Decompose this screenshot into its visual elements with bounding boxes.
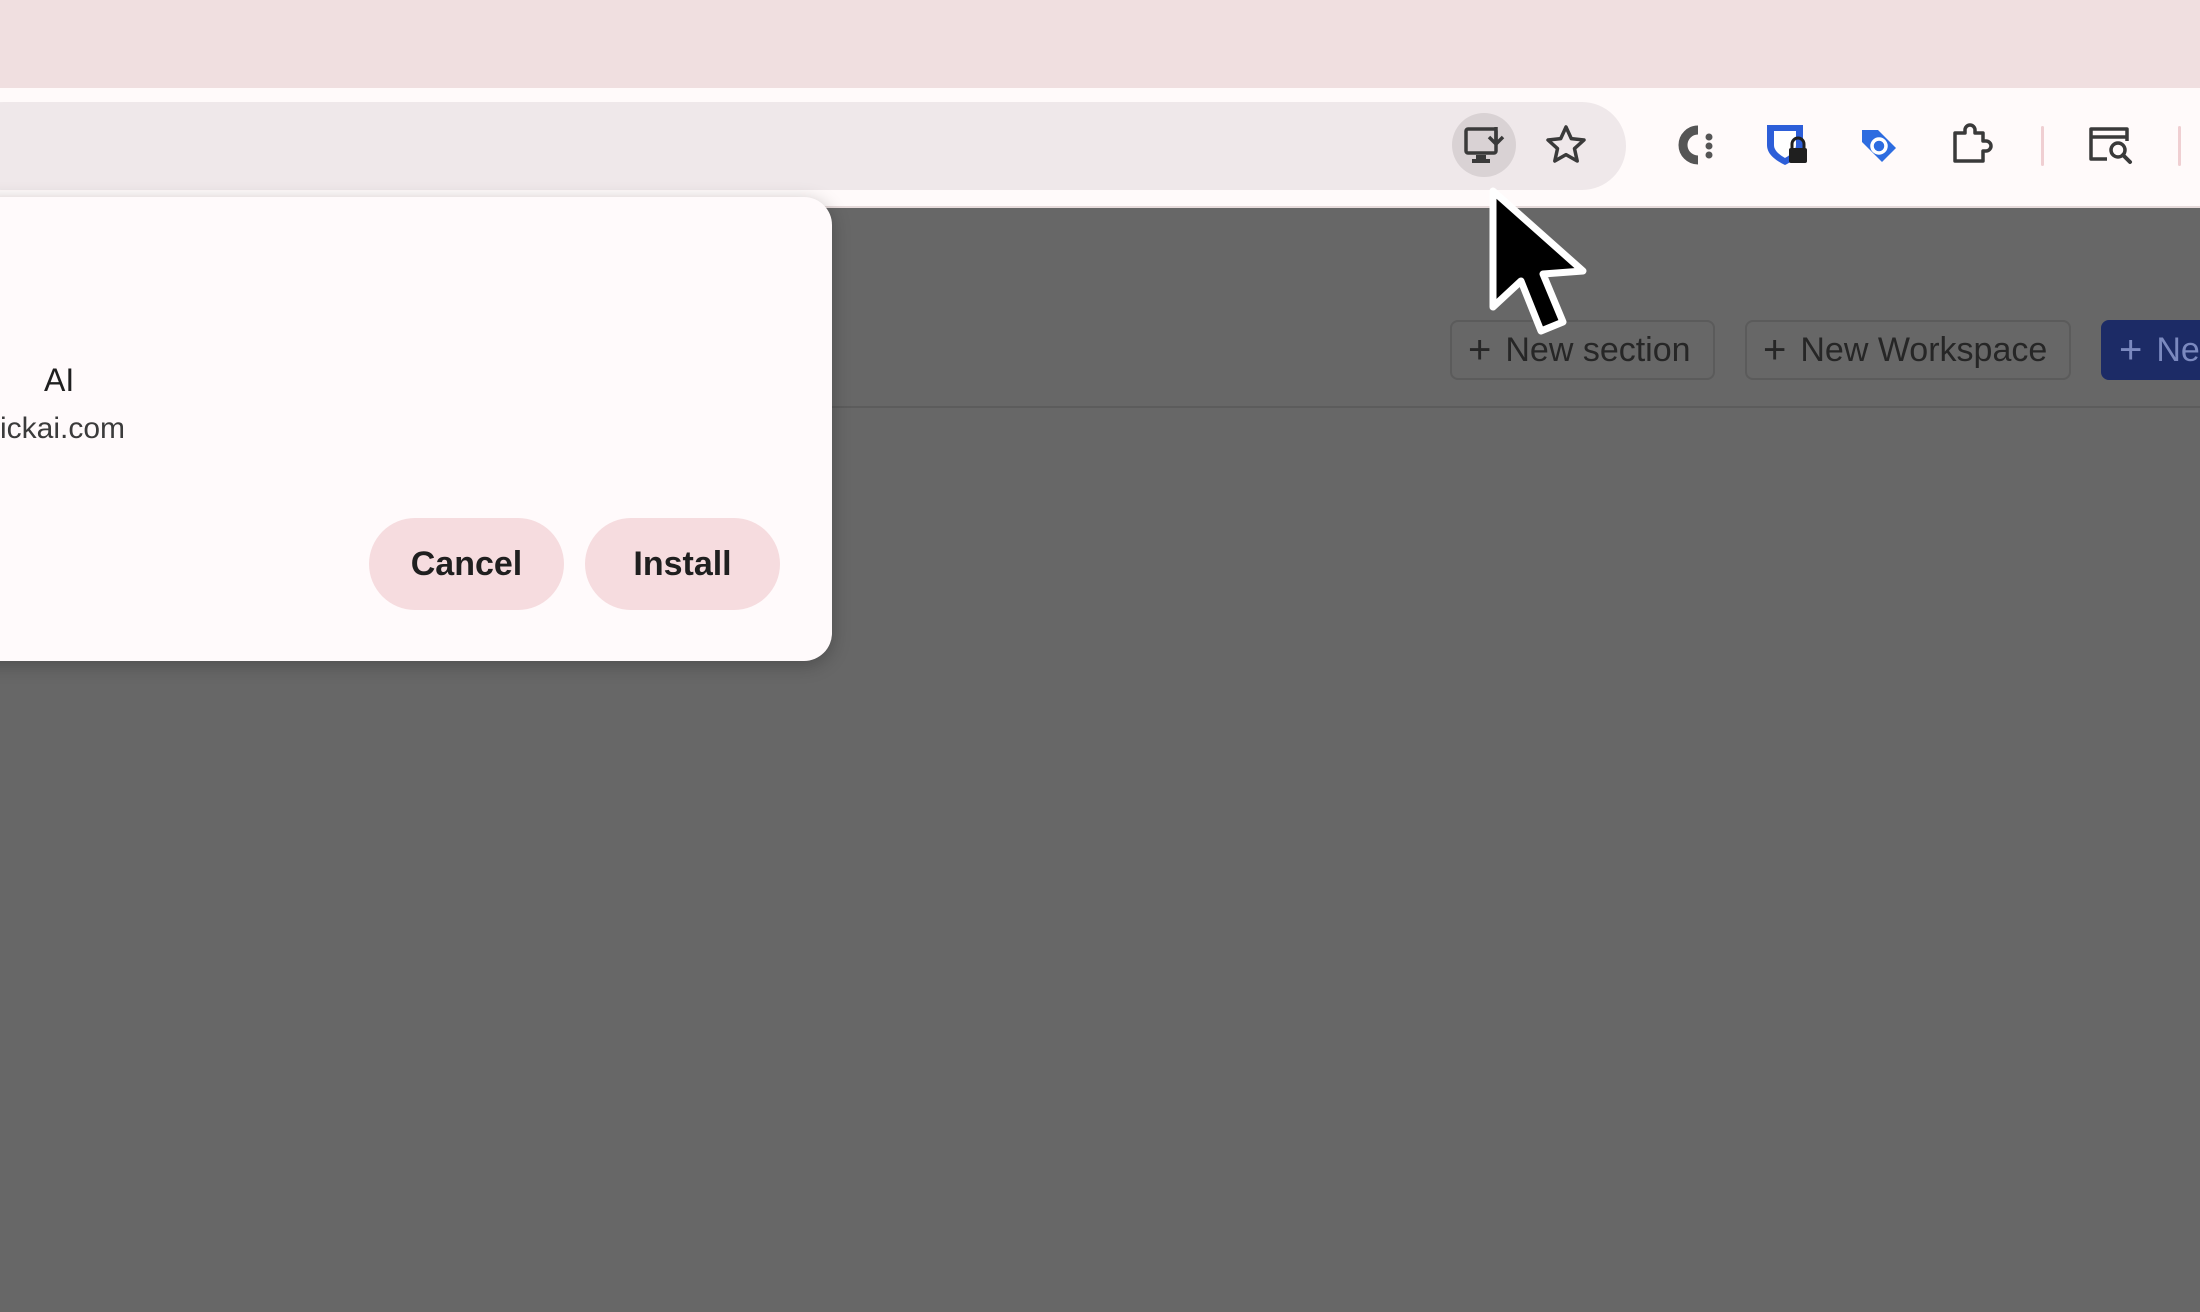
extensions-puzzle-icon[interactable] [1941,113,2005,177]
new-workspace-label: New Workspace [1800,330,2048,369]
tab-search-icon[interactable] [2079,113,2143,177]
new-workspace-button[interactable]: + New Workspace [1745,320,2071,380]
extension-c-icon[interactable] [1663,113,1727,177]
app-origin: ickai.com [0,412,126,445]
toolbar-separator [2178,126,2181,166]
install-app-icon[interactable] [1452,113,1516,177]
tab-strip [0,0,2200,88]
new-primary-button[interactable]: + Ne [2101,320,2200,380]
mouse-cursor-icon [1489,187,1587,335]
toolbar-separator [2041,126,2044,166]
new-primary-label: Ne [2156,330,2200,369]
install-button[interactable]: Install [585,518,780,610]
cancel-button[interactable]: Cancel [369,518,564,610]
bookmark-star-icon[interactable] [1534,113,1598,177]
extension-tag-icon[interactable] [1847,113,1911,177]
plus-icon: + [1763,328,1787,372]
extension-lock-icon[interactable] [1755,113,1819,177]
address-bar[interactable] [0,102,1626,190]
app-name: AI [44,362,75,398]
page-header-divider [820,406,2200,408]
plus-icon: + [2119,328,2143,372]
